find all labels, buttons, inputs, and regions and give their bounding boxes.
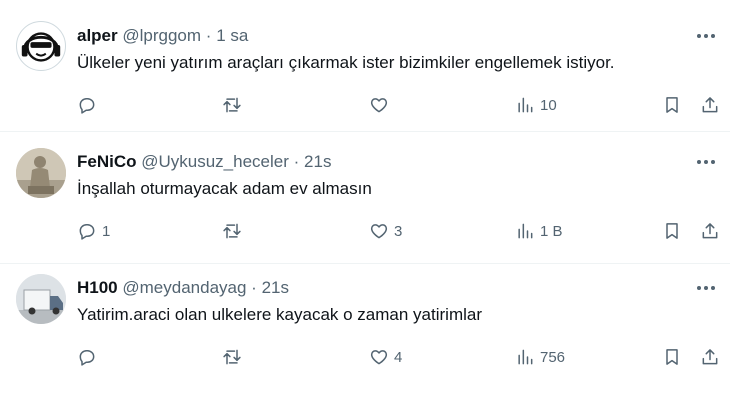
reply-icon <box>79 224 95 240</box>
tweet-header: alper @lprggom · 1 sa <box>77 25 248 47</box>
reply-icon <box>79 350 95 366</box>
timestamp[interactable]: 1 sa <box>216 26 248 45</box>
timestamp[interactable]: 21s <box>262 278 289 297</box>
tweet-text: Ülkeler yeni yatırım araçları çıkarmak i… <box>77 53 615 72</box>
like-button[interactable]: 4 <box>369 346 402 368</box>
share-button[interactable] <box>700 346 720 368</box>
share-button[interactable] <box>700 220 720 242</box>
retweet-icon <box>223 97 241 113</box>
like-button[interactable]: 3 <box>369 220 402 242</box>
retweet-button[interactable] <box>222 220 247 242</box>
bookmark-icon <box>666 349 678 365</box>
username[interactable]: @meydandayag <box>122 278 246 297</box>
retweet-icon <box>223 223 241 239</box>
avatar-statue-image <box>16 148 66 198</box>
more-icon[interactable] <box>694 277 718 299</box>
timestamp[interactable]: 21s <box>304 152 331 171</box>
display-name[interactable]: H100 <box>77 278 118 297</box>
separator: · <box>293 152 300 171</box>
views-button[interactable]: 756 <box>515 346 565 368</box>
retweet-icon <box>223 349 241 365</box>
views-count: 1 B <box>540 222 563 240</box>
display-name[interactable]: alper <box>77 26 118 45</box>
heart-icon <box>370 98 388 113</box>
tweet-text: Yatirim.araci olan ulkelere kayacak o za… <box>77 305 483 324</box>
share-icon <box>702 97 718 113</box>
bookmark-button[interactable] <box>662 346 682 368</box>
views-button[interactable]: 10 <box>515 94 557 116</box>
reply-button[interactable] <box>77 94 102 116</box>
bookmark-button[interactable] <box>662 220 682 242</box>
tweet-header: FeNiCo @Uykusuz_heceler · 21s <box>77 151 331 173</box>
reply-button[interactable]: 1 <box>77 220 110 242</box>
heart-icon <box>370 224 388 239</box>
views-count: 756 <box>540 348 566 366</box>
views-icon <box>518 223 533 239</box>
retweet-button[interactable] <box>222 94 247 116</box>
separator: · <box>205 26 212 45</box>
separator: · <box>251 278 257 297</box>
more-icon[interactable] <box>694 25 718 47</box>
views-icon <box>518 97 533 113</box>
like-count: 3 <box>394 222 403 240</box>
avatar[interactable] <box>16 148 66 198</box>
bookmark-button[interactable] <box>662 94 682 116</box>
avatar-truck-image <box>16 274 66 324</box>
bookmark-icon <box>666 97 678 113</box>
bookmark-icon <box>666 223 678 239</box>
views-count: 10 <box>540 96 557 114</box>
avatar[interactable] <box>16 21 66 71</box>
tweet[interactable]: H100 @meydandayag · 21s Yatirim.araci ol… <box>0 264 730 420</box>
tweet[interactable]: FeNiCo @Uykusuz_heceler · 21s İnşallah o… <box>0 132 730 263</box>
like-count: 4 <box>394 348 403 366</box>
more-icon[interactable] <box>694 151 718 173</box>
avatar[interactable] <box>16 274 66 324</box>
reply-button[interactable] <box>77 346 102 368</box>
heart-icon <box>370 350 388 365</box>
views-button[interactable]: 1 B <box>515 220 563 242</box>
display-name[interactable]: FeNiCo <box>77 152 137 171</box>
reply-count: 1 <box>102 222 111 240</box>
retweet-button[interactable] <box>222 346 247 368</box>
views-icon <box>518 349 533 365</box>
tweet[interactable]: alper @lprggom · 1 sa Ülkeler yeni yatır… <box>0 0 730 131</box>
share-icon <box>702 223 718 239</box>
share-button[interactable] <box>700 94 720 116</box>
share-icon <box>702 349 718 365</box>
username[interactable]: @lprggom <box>122 26 201 45</box>
like-button[interactable] <box>369 94 394 116</box>
reply-icon <box>79 98 95 114</box>
avatar-headphones-image <box>21 32 61 62</box>
tweet-text: İnşallah oturmayacak adam ev almasın <box>77 179 372 198</box>
tweet-header: H100 @meydandayag · 21s <box>77 277 289 299</box>
username[interactable]: @Uykusuz_heceler <box>141 152 289 171</box>
